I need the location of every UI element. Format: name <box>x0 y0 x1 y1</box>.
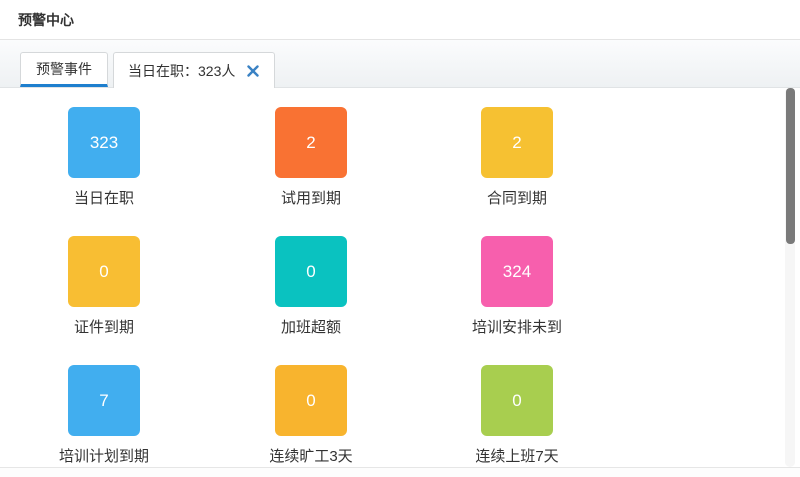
tab-close-icon[interactable] <box>246 64 260 78</box>
tile-label: 证件到期 <box>74 316 134 337</box>
tile-square[interactable]: 323 <box>68 107 140 178</box>
tile-square[interactable]: 0 <box>68 236 140 307</box>
tile-label: 加班超额 <box>281 316 341 337</box>
warning-tile[interactable]: 2 合同到期 <box>481 107 553 236</box>
tile-square[interactable]: 0 <box>275 236 347 307</box>
bottom-strip <box>0 468 800 477</box>
tile-value: 7 <box>99 391 108 411</box>
tile-square[interactable]: 324 <box>481 236 553 307</box>
tile-label: 培训安排未到 <box>472 316 562 337</box>
window-header: 预警中心 <box>0 0 800 40</box>
tile-label: 连续上班7天 <box>475 445 558 466</box>
tile-label: 培训计划到期 <box>59 445 149 466</box>
tile-square[interactable]: 7 <box>68 365 140 436</box>
page-title: 预警中心 <box>18 10 74 30</box>
tile-value: 0 <box>99 262 108 282</box>
tab-warning-events[interactable]: 预警事件 <box>20 52 108 87</box>
warning-tile[interactable]: 7 培训计划到期 <box>59 365 149 468</box>
tab-bar: 预警事件 当日在职：323人 <box>0 40 800 88</box>
tab-today-on-duty-label: 当日在职：323人 <box>128 61 235 81</box>
warning-tile[interactable]: 2 试用到期 <box>275 107 347 236</box>
tile-value: 323 <box>90 133 118 153</box>
tile-square[interactable]: 0 <box>275 365 347 436</box>
tile-label: 试用到期 <box>281 187 341 208</box>
tile-label: 当日在职 <box>74 187 134 208</box>
warning-tile[interactable]: 323 当日在职 <box>68 107 140 236</box>
tile-square[interactable]: 2 <box>481 107 553 178</box>
warning-tile[interactable]: 0 加班超额 <box>275 236 347 365</box>
tile-label: 合同到期 <box>487 187 547 208</box>
tab-content: 323 当日在职 2 试用到期 2 合同到期 0 证件到期 0 加班超额 324… <box>0 88 800 468</box>
tile-label: 连续旷工3天 <box>269 445 352 466</box>
tab-today-on-duty[interactable]: 当日在职：323人 <box>113 52 275 88</box>
tab-warning-events-label: 预警事件 <box>36 59 92 79</box>
tile-value: 0 <box>512 391 521 411</box>
tile-square[interactable]: 0 <box>481 365 553 436</box>
warning-tile[interactable]: 0 连续旷工3天 <box>269 365 352 468</box>
tile-value: 2 <box>306 133 315 153</box>
tile-grid: 323 当日在职 2 试用到期 2 合同到期 0 证件到期 0 加班超额 324… <box>0 88 620 468</box>
tile-value: 0 <box>306 262 315 282</box>
tile-value: 324 <box>503 262 531 282</box>
warning-tile[interactable]: 324 培训安排未到 <box>472 236 562 365</box>
scrollbar-track[interactable] <box>785 88 795 467</box>
warning-tile[interactable]: 0 连续上班7天 <box>475 365 558 468</box>
warning-tile[interactable]: 0 证件到期 <box>68 236 140 365</box>
tile-square[interactable]: 2 <box>275 107 347 178</box>
scrollbar-thumb[interactable] <box>786 88 795 244</box>
tile-value: 0 <box>306 391 315 411</box>
warning-center-window: 预警中心 预警事件 当日在职：323人 323 当日在职 2 试用到期 <box>0 0 800 477</box>
tile-value: 2 <box>512 133 521 153</box>
